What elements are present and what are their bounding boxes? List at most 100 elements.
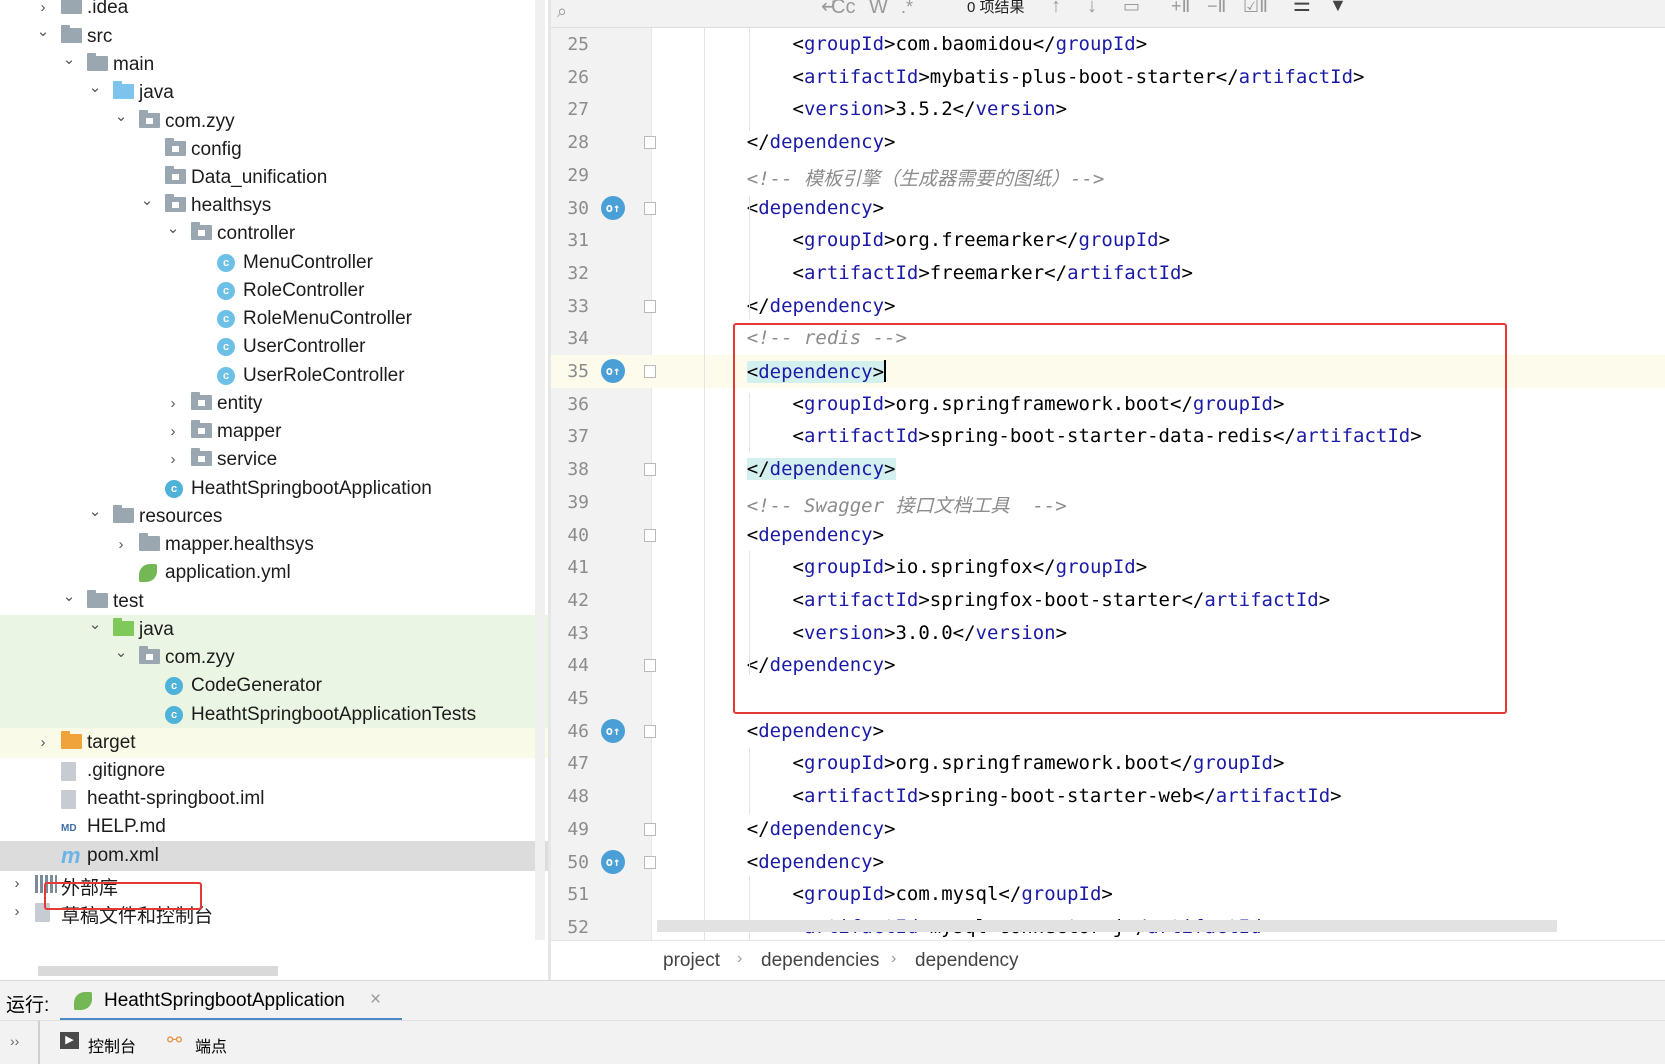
- project-tree-scrollbar[interactable]: [535, 0, 545, 940]
- code-line[interactable]: 46 o↑ <dependency>: [551, 715, 1665, 748]
- code-line[interactable]: 25 <groupId>com.baomidou</groupId>: [551, 28, 1665, 61]
- tree-item[interactable]: ⌄ java: [0, 78, 548, 108]
- code-line[interactable]: 51 <groupId>com.mysql</groupId>: [551, 878, 1665, 911]
- tree-item[interactable]: c HeathtSpringbootApplicationTests: [0, 700, 548, 730]
- tree-item[interactable]: c UserRoleController: [0, 361, 548, 391]
- find-in-window-icon[interactable]: ▭: [1123, 0, 1140, 23]
- search-icon[interactable]: ⌕: [557, 2, 567, 28]
- fold-icon[interactable]: [644, 136, 656, 150]
- tree-item[interactable]: c CodeGenerator: [0, 671, 548, 701]
- tree-item[interactable]: › service: [0, 445, 548, 475]
- regex-button[interactable]: .*: [901, 0, 913, 24]
- code-line[interactable]: 32 <artifactId>freemarker</artifactId>: [551, 257, 1665, 290]
- code-line[interactable]: 49 </dependency>: [551, 813, 1665, 846]
- chevron-down-icon[interactable]: ⌄: [35, 22, 51, 42]
- chevron-down-icon[interactable]: ⌄: [165, 219, 181, 239]
- tree-item[interactable]: ⌄ com.zyy: [0, 643, 548, 673]
- tree-item[interactable]: application.yml: [0, 558, 548, 588]
- chevron-down-icon[interactable]: ⌄: [113, 643, 129, 663]
- fold-icon[interactable]: [644, 659, 656, 673]
- chevron-down-icon[interactable]: ⌄: [87, 78, 103, 98]
- chevron-right-icon[interactable]: ›: [9, 902, 25, 922]
- next-occurrence-icon[interactable]: ↓: [1087, 0, 1097, 23]
- maven-dependency-gutter-icon[interactable]: o↑: [601, 718, 625, 743]
- tree-item[interactable]: c UserController: [0, 332, 548, 362]
- tree-item[interactable]: › mapper: [0, 417, 548, 447]
- fold-icon[interactable]: [644, 724, 656, 738]
- chevron-right-icon[interactable]: ›: [9, 874, 25, 894]
- tree-item[interactable]: › mapper.healthsys: [0, 530, 548, 560]
- tree-item[interactable]: ⌄ test: [0, 587, 548, 617]
- chevron-down-icon[interactable]: ⌄: [61, 50, 77, 70]
- code-line[interactable]: 50 o↑ <dependency>: [551, 846, 1665, 879]
- close-icon[interactable]: ×: [370, 989, 381, 1011]
- tree-item[interactable]: › entity: [0, 389, 548, 419]
- tree-item[interactable]: › target: [0, 728, 548, 758]
- editor-scrollbar[interactable]: [657, 920, 1557, 932]
- fold-icon[interactable]: [644, 463, 656, 477]
- maven-dependency-gutter-icon[interactable]: o↑: [601, 359, 625, 383]
- fold-icon[interactable]: [644, 855, 656, 869]
- tree-item[interactable]: ⌄ java: [0, 615, 548, 645]
- whole-words-button[interactable]: W: [869, 0, 888, 24]
- remove-occurrence-icon[interactable]: −Ⅱ: [1207, 0, 1226, 23]
- fold-icon[interactable]: [644, 528, 656, 542]
- fold-icon[interactable]: [644, 365, 656, 378]
- breadcrumb-item-dependency[interactable]: dependency: [915, 950, 1019, 972]
- tree-item[interactable]: ⌄ controller: [0, 219, 548, 249]
- code-line[interactable]: 27 <version>3.5.2</version>: [551, 93, 1665, 126]
- tree-item[interactable]: c RoleMenuController: [0, 304, 548, 334]
- fold-icon[interactable]: [644, 822, 656, 836]
- tree-item[interactable]: ⌄ main: [0, 50, 548, 80]
- match-case-button[interactable]: Cc: [831, 0, 855, 24]
- code-line[interactable]: 29 <!-- 模板引擎（生成器需要的图纸）-->: [551, 159, 1665, 192]
- tree-item[interactable]: m pom.xml: [0, 841, 548, 871]
- maven-dependency-gutter-icon[interactable]: o↑: [601, 195, 625, 220]
- tree-item[interactable]: › .idea: [0, 0, 548, 23]
- chevron-down-icon[interactable]: ⌄: [87, 615, 103, 635]
- code-line[interactable]: 30 o↑ <dependency>: [551, 192, 1665, 225]
- tree-item[interactable]: ⌄ src: [0, 22, 548, 52]
- chevron-right-icon[interactable]: ›: [165, 422, 181, 442]
- tree-item[interactable]: ⌄ healthsys: [0, 191, 548, 221]
- tree-item[interactable]: ⌄ com.zyy: [0, 107, 548, 137]
- code-line[interactable]: 48 <artifactId>spring-boot-starter-web</…: [551, 780, 1665, 813]
- tree-item[interactable]: Data_unification: [0, 163, 548, 193]
- tree-item[interactable]: c RoleController: [0, 276, 548, 306]
- expand-icon[interactable]: ››: [10, 1033, 19, 1049]
- tree-item[interactable]: MD HELP.md: [0, 812, 548, 842]
- select-all-occurrences-icon[interactable]: ☑Ⅱ: [1243, 0, 1268, 23]
- chevron-down-icon[interactable]: ⌄: [139, 191, 155, 211]
- project-tree-scrollbar-horizontal[interactable]: [38, 966, 278, 976]
- code-line[interactable]: 28 </dependency>: [551, 126, 1665, 159]
- filter-icon[interactable]: ▼: [1329, 0, 1347, 22]
- code-line[interactable]: 31 <groupId>org.freemarker</groupId>: [551, 224, 1665, 257]
- code-line[interactable]: 26 <artifactId>mybatis-plus-boot-starter…: [551, 61, 1665, 94]
- chevron-right-icon[interactable]: ›: [35, 733, 51, 753]
- previous-occurrence-icon[interactable]: ↑: [1051, 0, 1061, 23]
- chevron-right-icon[interactable]: ›: [165, 394, 181, 414]
- breadcrumb-item-dependencies[interactable]: dependencies: [761, 950, 879, 972]
- tree-item[interactable]: config: [0, 135, 548, 165]
- add-occurrence-icon[interactable]: +Ⅱ: [1171, 0, 1190, 23]
- fold-icon[interactable]: [644, 201, 656, 215]
- code-line[interactable]: 33 </dependency>: [551, 290, 1665, 323]
- chevron-down-icon[interactable]: ⌄: [87, 502, 103, 522]
- chevron-right-icon[interactable]: ›: [35, 0, 51, 18]
- tab-console[interactable]: ▶ 控制台: [58, 1021, 153, 1064]
- tree-item[interactable]: ⌄ resources: [0, 502, 548, 532]
- chevron-right-icon[interactable]: ›: [113, 535, 129, 555]
- chevron-down-icon[interactable]: ⌄: [61, 587, 77, 607]
- code-line[interactable]: 47 <groupId>org.springframework.boot</gr…: [551, 747, 1665, 780]
- multiline-icon[interactable]: ☰: [1293, 0, 1311, 22]
- run-config-tab[interactable]: HeathtSpringbootApplication ×: [60, 981, 402, 1021]
- tab-endpoints[interactable]: ⚯ 端点: [165, 1021, 255, 1064]
- tree-item[interactable]: .gitignore: [0, 756, 548, 786]
- tree-item[interactable]: c MenuController: [0, 248, 548, 278]
- maven-dependency-gutter-icon[interactable]: o↑: [601, 849, 625, 874]
- tree-item[interactable]: c HeathtSpringbootApplication: [0, 474, 548, 504]
- breadcrumb-item-project[interactable]: project: [663, 950, 720, 972]
- chevron-down-icon[interactable]: ⌄: [113, 107, 129, 127]
- chevron-right-icon[interactable]: ›: [165, 450, 181, 470]
- fold-icon[interactable]: [644, 299, 656, 313]
